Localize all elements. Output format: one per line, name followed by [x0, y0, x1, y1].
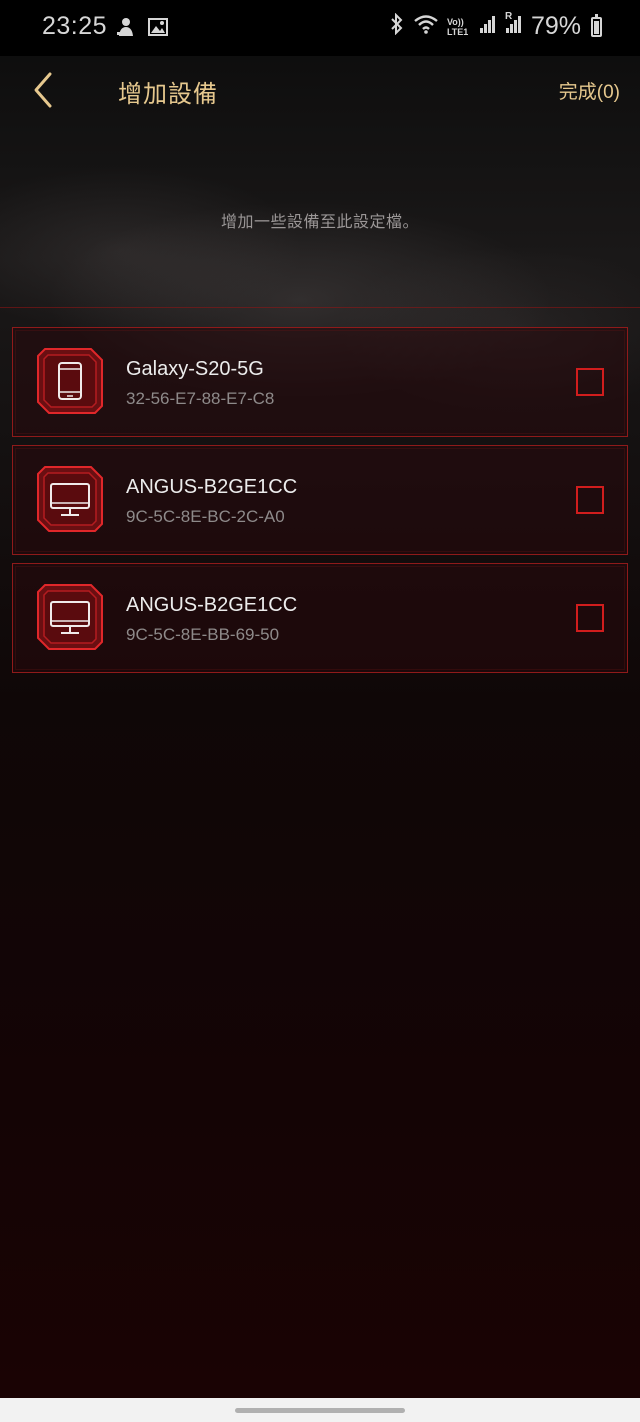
device-item[interactable]: Galaxy-S20-5G 32-56-E7-88-E7-C8 — [12, 327, 628, 437]
device-item[interactable]: ANGUS-B2GE1CC 9C-5C-8E-BB-69-50 — [12, 563, 628, 673]
chevron-left-icon — [34, 72, 52, 108]
status-bar: 23:25 Vo)) LTE1 R 79% — [0, 0, 640, 56]
page-title: 增加設備 — [118, 81, 218, 108]
device-icon-frame — [35, 464, 105, 534]
app-header: 增加設備 完成(0) — [0, 56, 640, 126]
done-button[interactable]: 完成(0) — [559, 77, 620, 104]
bluetooth-icon — [389, 12, 405, 40]
device-mac: 9C-5C-8E-BB-69-50 — [126, 625, 280, 644]
phone-icon — [57, 361, 83, 406]
device-icon-frame — [35, 582, 105, 652]
notification-icon — [115, 16, 137, 43]
device-name: ANGUS-B2GE1CC — [126, 476, 298, 498]
back-button[interactable] — [30, 70, 64, 110]
hint-text: 增加一些設備至此設定檔。 — [220, 214, 419, 231]
signal-icon — [479, 14, 497, 39]
status-time: 23:25 — [42, 12, 108, 40]
divider — [0, 307, 640, 308]
navigation-bar — [0, 1398, 640, 1422]
device-name: ANGUS-B2GE1CC — [126, 594, 298, 616]
device-checkbox[interactable] — [576, 604, 604, 632]
device-list: Galaxy-S20-5G 32-56-E7-88-E7-C8 ANGUS-B2… — [12, 327, 628, 681]
battery-fill — [594, 20, 599, 34]
battery-icon — [591, 13, 602, 37]
wifi-icon — [413, 13, 439, 40]
device-icon-frame — [35, 346, 105, 416]
monitor-icon — [49, 482, 91, 523]
app-screen: 23:25 Vo)) LTE1 R 79% 增加設備 完成(0) 增加一些設備至… — [0, 0, 640, 1422]
battery-percent: 79% — [530, 12, 581, 40]
volte-icon: Vo)) LTE1 — [446, 16, 469, 37]
roaming-label: R — [504, 11, 513, 22]
device-mac: 9C-5C-8E-BC-2C-A0 — [126, 507, 285, 526]
home-gesture-handle[interactable] — [235, 1408, 405, 1413]
device-item[interactable]: ANGUS-B2GE1CC 9C-5C-8E-BC-2C-A0 — [12, 445, 628, 555]
device-checkbox[interactable] — [576, 486, 604, 514]
device-checkbox[interactable] — [576, 368, 604, 396]
monitor-icon — [49, 600, 91, 641]
device-name: Galaxy-S20-5G — [126, 358, 264, 380]
device-mac: 32-56-E7-88-E7-C8 — [126, 389, 275, 408]
signal-roaming-icon: R — [504, 11, 523, 39]
gallery-icon — [147, 16, 169, 43]
